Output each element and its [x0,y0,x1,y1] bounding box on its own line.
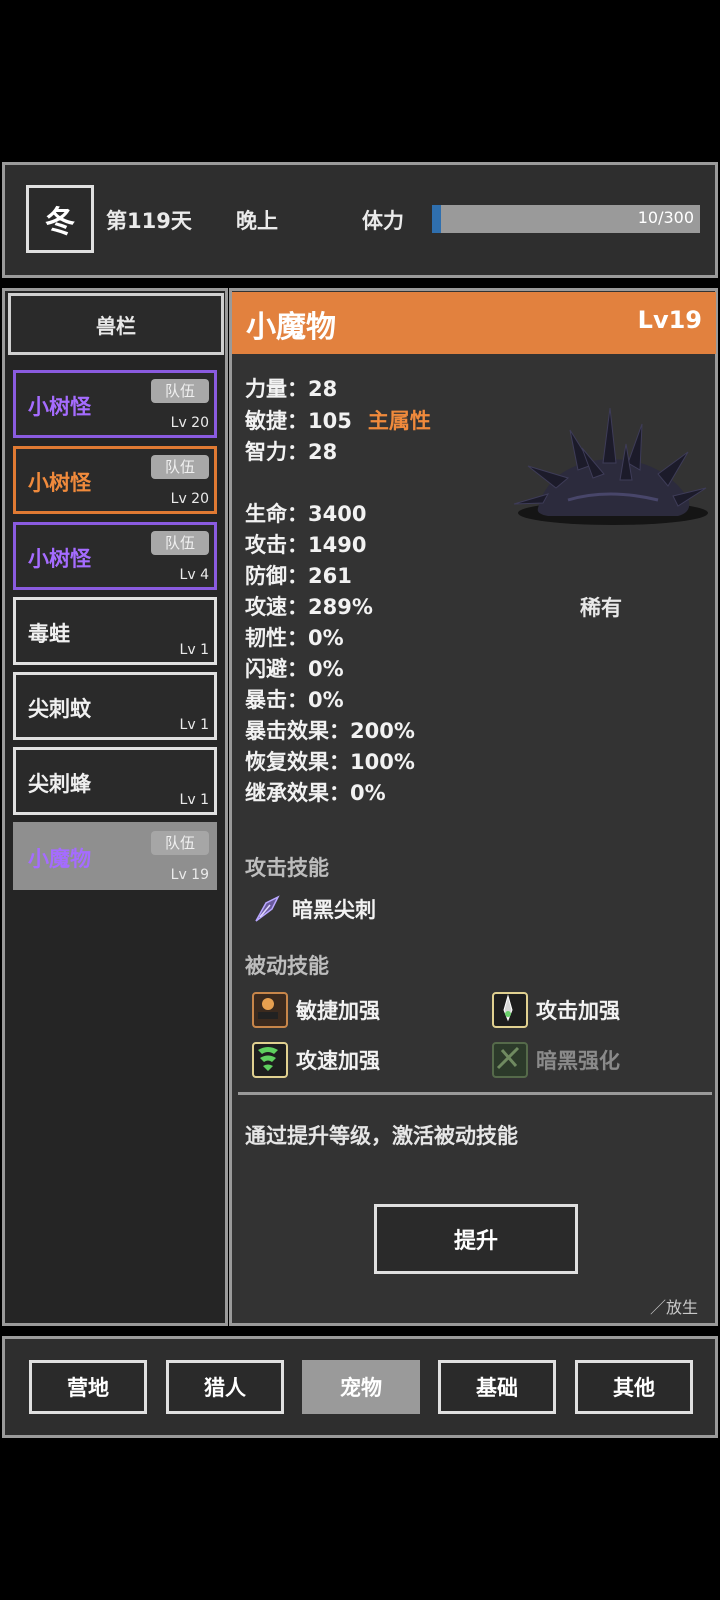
pet-level: Lv 4 [179,567,209,583]
pet-level: Lv 1 [179,717,209,733]
attack-skills-heading: 攻击技能 [245,856,329,880]
pet-level: Lv 1 [179,792,209,808]
stamina-bar: 10/300 [432,205,700,233]
upgrade-button[interactable]: 提升 [374,1204,578,1274]
skill-name: 攻击加强 [536,999,620,1023]
passive-skills-heading: 被动技能 [245,954,329,978]
day-counter: 第119天 [106,209,192,233]
pet-list-item[interactable]: 小树怪 队伍 Lv 20 [13,370,217,438]
main-attribute-tag: 主属性 [367,409,431,433]
stat-attack: 攻击：1490 [245,533,367,557]
skill-name: 暗黑尖刺 [292,898,376,922]
team-badge: 队伍 [151,831,209,855]
attack-boost-icon [492,992,528,1028]
stat-toughness: 韧性：0% [245,626,344,650]
pet-title: 小魔物 [246,310,336,345]
pet-list-item[interactable]: 小树怪 队伍 Lv 4 [13,522,217,590]
stat-crit-effect: 暴击效果：200% [245,719,415,743]
tab-camp[interactable]: 营地 [29,1360,147,1414]
stat-agility-row: 敏捷：105 主属性 [245,405,431,435]
rarity-label: 稀有 [580,596,622,620]
pet-level: Lv 20 [170,491,209,507]
team-badge: 队伍 [151,379,209,403]
pet-list-item[interactable]: 尖刺蜂 Lv 1 [13,747,217,815]
skill-name: 攻速加强 [296,1049,380,1073]
skill-name: 敏捷加强 [296,999,380,1023]
slash-icon: ／ [650,1298,667,1317]
pet-list-item[interactable]: 尖刺蚊 Lv 1 [13,672,217,740]
stat-strength: 力量：28 [245,377,338,401]
attack-skill-dark-spike[interactable]: 暗黑尖刺 [252,893,376,925]
team-badge: 队伍 [151,455,209,479]
tab-other[interactable]: 其他 [575,1360,693,1414]
team-badge: 队伍 [151,531,209,555]
tab-basics[interactable]: 基础 [438,1360,556,1414]
pet-level: Lv 19 [170,867,209,883]
divider [238,1092,712,1095]
stat-recovery-effect: 恢复效果：100% [245,750,415,774]
release-label: 放生 [666,1298,699,1317]
stamina-value: 10/300 [637,208,694,227]
passive-skill-attack-speed-boost[interactable]: 攻速加强 [252,1042,380,1078]
stat-inherit-effect: 继承效果：0% [245,781,386,805]
stamina-fill [432,205,441,233]
tab-pets[interactable]: 宠物 [302,1360,420,1414]
pet-title-level: Lv19 [637,306,702,334]
pet-name: 尖刺蜂 [28,772,91,796]
passive-skill-agility-boost[interactable]: 敏捷加强 [252,992,380,1028]
season-badge: 冬 [26,185,94,253]
dark-enhance-icon [492,1042,528,1078]
pet-name: 小树怪 [28,471,91,495]
dark-spike-icon [252,893,284,925]
stat-agility: 敏捷：105 [245,409,352,433]
release-button[interactable]: ／放生 [650,1294,698,1318]
pet-list-title: 兽栏 [8,293,224,355]
stat-defense: 防御：261 [245,564,352,588]
passive-skill-hint: 通过提升等级，激活被动技能 [245,1124,518,1148]
pet-list-item[interactable]: 毒蛙 Lv 1 [13,597,217,665]
pet-portrait [513,408,708,525]
pet-name: 小树怪 [28,547,91,571]
pet-name: 小树怪 [28,395,91,419]
stat-intelligence: 智力：28 [245,440,338,464]
pet-level: Lv 1 [179,642,209,658]
stat-dodge: 闪避：0% [245,657,344,681]
pet-list-item-selected[interactable]: 小魔物 队伍 Lv 19 [13,822,217,890]
stat-hp: 生命：3400 [245,502,367,526]
time-of-day: 晚上 [236,209,278,233]
pet-name: 小魔物 [28,847,91,871]
stamina-label: 体力 [362,209,404,233]
passive-skill-attack-boost[interactable]: 攻击加强 [492,992,620,1028]
pet-name: 毒蛙 [28,622,70,646]
attack-speed-boost-icon [252,1042,288,1078]
pet-name: 尖刺蚊 [28,697,91,721]
stat-attack-speed: 攻速：289% [245,595,373,619]
tab-hunter[interactable]: 猎人 [166,1360,284,1414]
agility-boost-icon [252,992,288,1028]
skill-name: 暗黑强化 [536,1049,620,1073]
pet-title-bar: 小魔物 Lv19 [232,292,716,354]
pet-list-item[interactable]: 小树怪 队伍 Lv 20 [13,446,217,514]
pet-level: Lv 20 [170,415,209,431]
stat-crit: 暴击：0% [245,688,344,712]
passive-skill-dark-enhance[interactable]: 暗黑强化 [492,1042,620,1078]
